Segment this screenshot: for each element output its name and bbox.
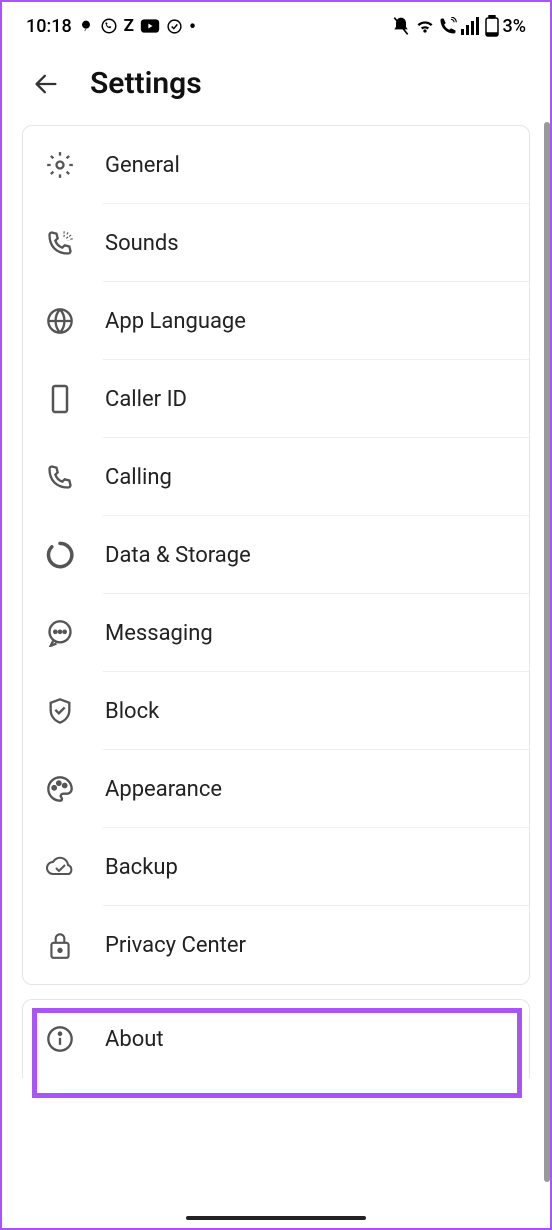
settings-item-caller-id[interactable]: Caller ID [23,360,529,438]
status-right: 3% [391,15,526,37]
status-bar: 10:18 Z • 3% [2,2,550,46]
youtube-icon [140,18,160,34]
globe-icon [45,306,75,336]
phone-icon [45,462,75,492]
settings-card: General Sounds App Language Caller ID Callin… [22,125,530,985]
settings-item-calling[interactable]: Calling [23,438,529,516]
settings-item-app-language[interactable]: App Language [23,282,529,360]
item-label: Caller ID [105,387,187,412]
item-label: Data & Storage [105,543,251,568]
item-label: Appearance [105,777,222,802]
wifi-icon [415,16,435,36]
item-label: Calling [105,465,172,490]
item-label: App Language [105,309,246,334]
phone-wifi-icon [439,17,457,35]
settings-item-appearance[interactable]: Appearance [23,750,529,828]
palette-icon [45,774,75,804]
device-icon [45,384,75,414]
battery-percent: 3% [503,16,526,37]
settings-item-privacy-center[interactable]: Privacy Center [23,906,529,984]
more-dot-icon: • [189,14,196,38]
clock-check-icon [166,18,183,35]
item-label: About [105,1027,164,1052]
info-icon [45,1024,75,1054]
whatsapp-icon [100,17,118,35]
settings-item-general[interactable]: General [23,126,529,204]
item-label: Messaging [105,621,213,646]
phone-sound-icon [45,228,75,258]
z-icon: Z [124,16,134,36]
signal-icon [461,17,481,35]
settings-card-2: About [22,999,530,1078]
status-left: 10:18 Z • [26,14,196,38]
header: Settings [2,46,550,125]
chat-icon [45,618,75,648]
settings-item-sounds[interactable]: Sounds [23,204,529,282]
data-ring-icon [45,540,75,570]
settings-item-about[interactable]: About [23,1000,529,1078]
page-title: Settings [90,66,202,101]
item-label: Privacy Center [105,933,246,958]
item-label: Sounds [105,231,179,256]
gear-icon [45,150,75,180]
notification-dot-icon [78,18,94,34]
item-label: Backup [105,855,178,880]
settings-item-data-storage[interactable]: Data & Storage [23,516,529,594]
item-label: Block [105,699,159,724]
clock: 10:18 [26,16,72,37]
cloud-check-icon [45,852,75,882]
settings-item-messaging[interactable]: Messaging [23,594,529,672]
home-indicator[interactable] [186,1216,366,1220]
arrow-left-icon [32,70,60,98]
bell-muted-icon [391,16,411,36]
item-label: General [105,153,180,178]
settings-item-block[interactable]: Block [23,672,529,750]
shield-icon [45,696,75,726]
settings-item-backup[interactable]: Backup [23,828,529,906]
scrollbar[interactable] [544,122,550,1182]
back-button[interactable] [30,68,62,100]
lock-icon [45,930,75,960]
battery-icon [485,15,499,37]
